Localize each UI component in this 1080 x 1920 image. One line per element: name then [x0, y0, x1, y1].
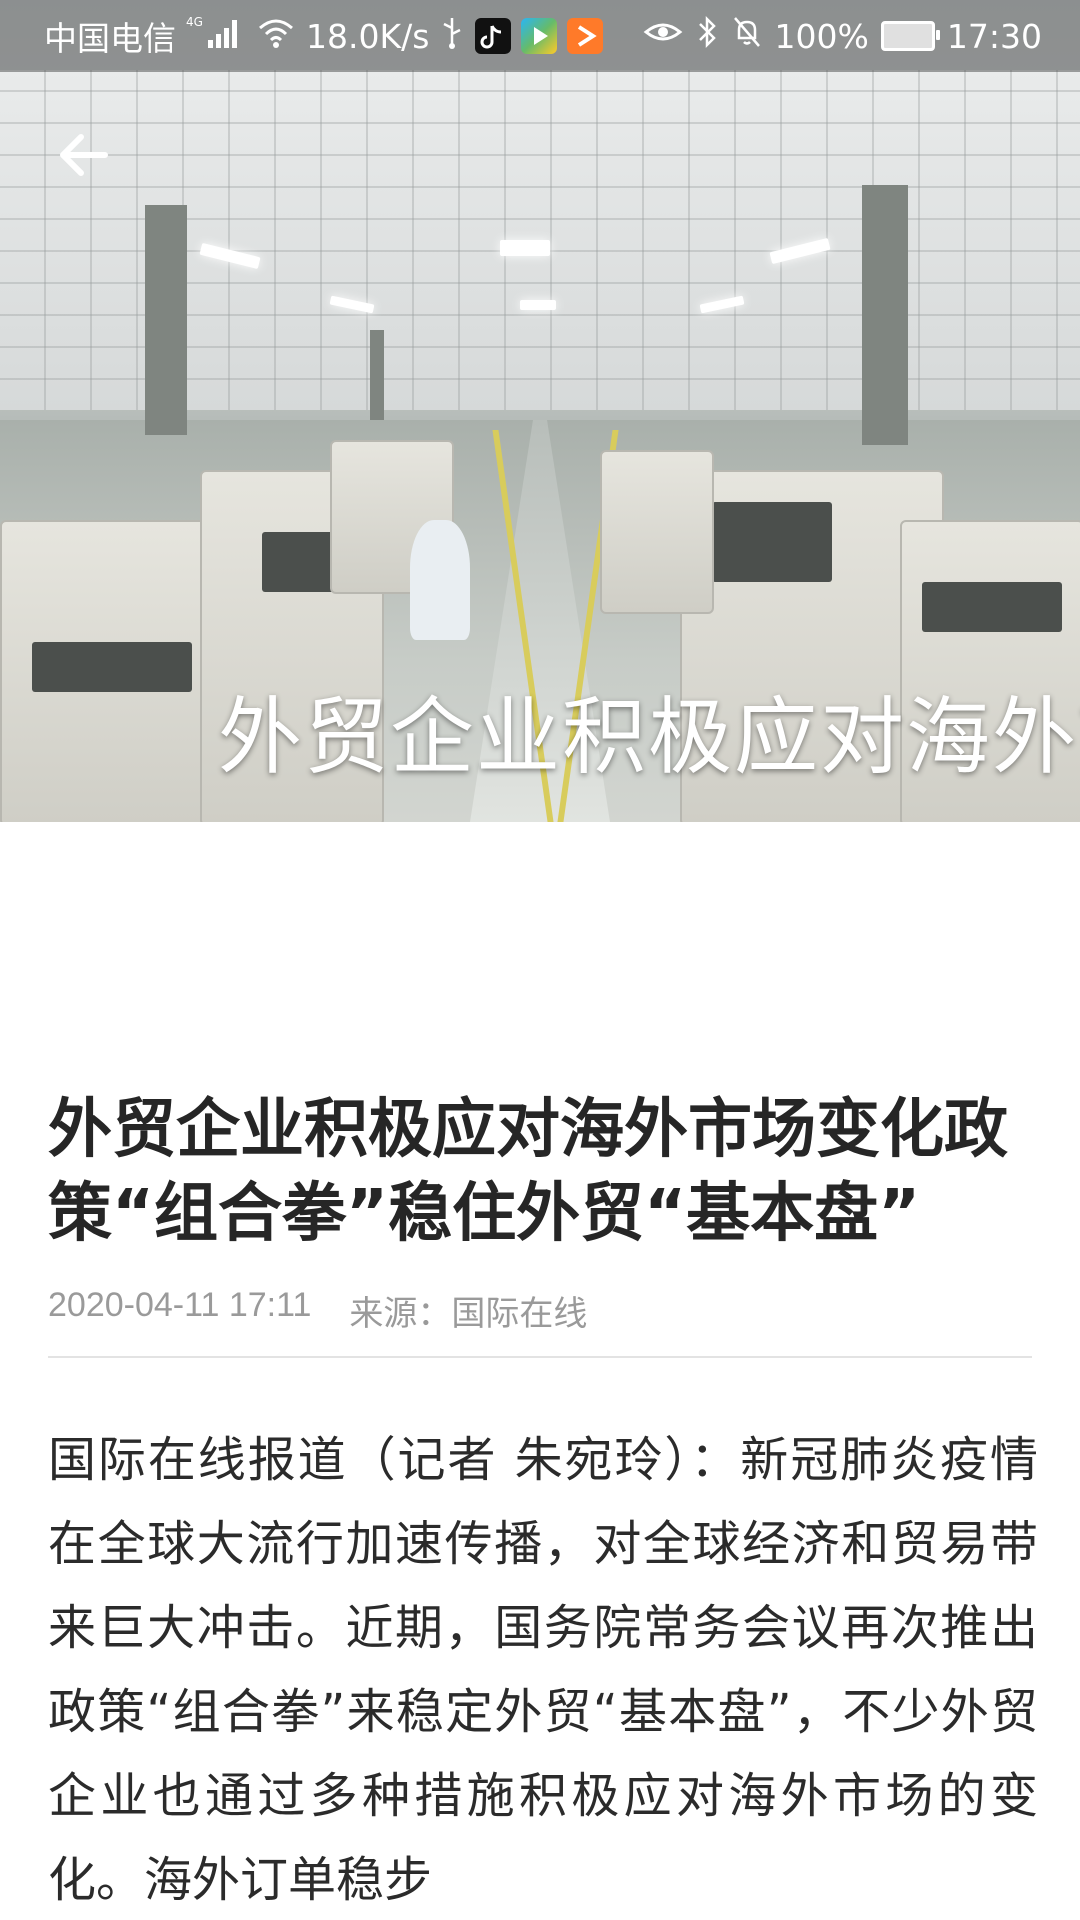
pillar	[370, 330, 384, 420]
article-body: 国际在线报道（记者 朱宛玲）：新冠肺炎疫情在全球大流行加速传播，对全球经济和贸易…	[48, 1432, 1038, 1908]
clock: 17:30	[946, 16, 1042, 56]
article-title: 外贸企业积极应对海外市场变化政策“组合拳”稳住外贸“基本盘”	[48, 1093, 1008, 1251]
tiktok-icon	[475, 18, 512, 54]
signal-icon: 4G	[186, 14, 246, 58]
machine	[0, 520, 234, 822]
meta-divider	[48, 1356, 1032, 1358]
hero-image: 外贸企业积极应对海外市场变化	[0, 0, 1080, 822]
article-date: 2020-04-11 17:11	[48, 1286, 312, 1324]
back-button[interactable]	[48, 120, 118, 190]
usb-icon	[439, 14, 465, 58]
article-meta: 2020-04-11 17:11 来源：国际在线	[48, 1286, 588, 1333]
eye-icon	[643, 14, 683, 58]
wifi-icon	[256, 14, 296, 58]
arrow-left-icon	[60, 134, 108, 176]
worker	[410, 520, 470, 640]
mute-icon	[731, 14, 763, 58]
pillar	[862, 185, 908, 445]
status-left: 中国电信 4G 18.0K/s	[44, 0, 604, 72]
status-bar: 中国电信 4G 18.0K/s 100% 17:30	[0, 0, 1080, 72]
pillar	[145, 205, 187, 435]
video-app-icon	[521, 18, 558, 54]
svg-text:4G: 4G	[186, 15, 203, 29]
carrier-label: 中国电信	[44, 19, 176, 58]
article-source: 来源：国际在线	[349, 1295, 588, 1333]
status-right: 100% 17:30	[643, 0, 1042, 72]
ceiling-light	[500, 240, 550, 256]
machine	[600, 450, 714, 614]
network-speed: 18.0K/s	[306, 16, 430, 56]
battery-percent: 100%	[774, 16, 869, 56]
battery-icon	[880, 21, 940, 51]
ceiling-light	[520, 300, 556, 310]
hero-title: 外贸企业积极应对海外市场变化	[218, 688, 1080, 786]
bluetooth-icon	[695, 14, 719, 58]
article-page: 外贸企业积极应对海外市场变化 中国电信 4G	[0, 0, 1080, 1920]
player-app-icon	[567, 18, 604, 54]
